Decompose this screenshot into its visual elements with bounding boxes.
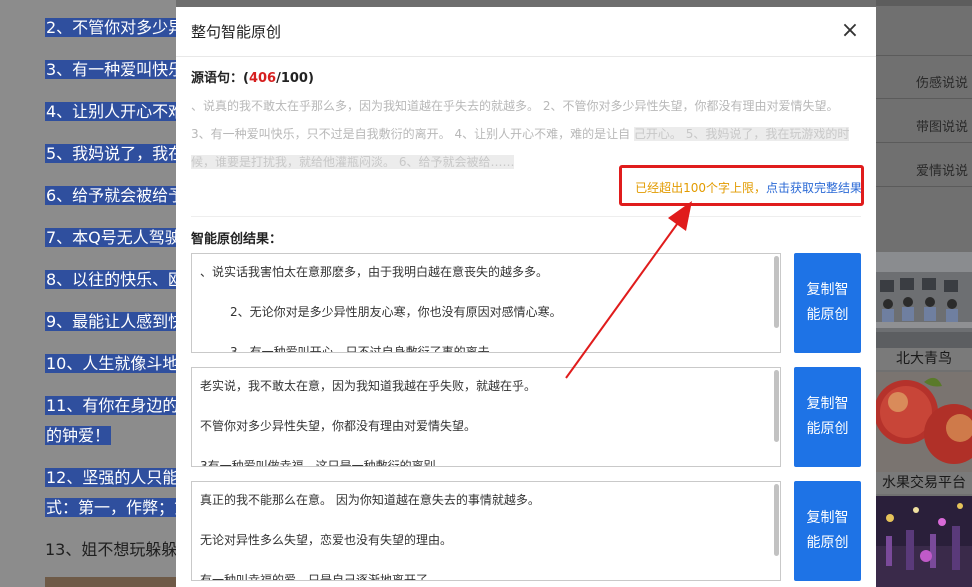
sidebar-tag[interactable]: 带图说说 <box>916 116 968 135</box>
divider <box>876 142 972 143</box>
bg-list-item: 12、坚强的人只能 <box>45 468 180 487</box>
result-line: 无论对异性多么失望，恋爱也没有失望的理由。 <box>200 533 453 547</box>
result-line: 真正的我不能那么在意。 因为你知道越在意失去的事情就越多。 <box>200 493 540 507</box>
sidebar-tag[interactable]: 爱情说说 <box>916 160 968 179</box>
bg-topbar <box>876 0 972 6</box>
close-button[interactable]: × <box>838 17 862 45</box>
peach-photo[interactable] <box>876 372 972 472</box>
result-line: 2、无论你对是多少异性朋友心寒，你也没有原因对感情心寒。 <box>230 305 562 319</box>
divider <box>191 216 861 217</box>
copy-result-button[interactable]: 复制智能原创 <box>794 481 861 581</box>
bg-list-item: 10、人生就像斗地 <box>45 354 180 373</box>
result-line: 老实说，我不敢太在意，因为我知道我越在乎失败，就越在乎。 <box>200 379 537 393</box>
ad-caption[interactable]: 水果交易平台 <box>876 472 972 494</box>
source-text: 、说真的我不敢太在乎那么多，因为我知道越在乎失去的就越多。 2、不管你对多少异性… <box>191 99 850 169</box>
result-row: 、说实话我害怕太在意那麽多，由于我明白越在意丧失的越多多。 2、无论你对是多少异… <box>191 253 861 353</box>
bg-list-item: 3、有一种爱叫快乐 <box>45 60 186 79</box>
result-line: 3有一种爱叫做幸福，这只是一种敷衍的离别。 <box>200 459 448 467</box>
classroom-photo[interactable] <box>876 252 972 348</box>
background-article: 2、不管你对多少异 3、有一种爱叫快乐 4、让别人开心不难 5、我妈说了，我在 … <box>0 0 192 587</box>
bg-list-item: 5、我妈说了，我在 <box>45 144 186 163</box>
result-scrollbar[interactable] <box>774 256 779 328</box>
background-sidebar: 伤感说说 带图说说 爱情说说 北大青鸟 水果交易平台 <box>876 0 972 587</box>
result-textbox[interactable]: 老实说，我不敢太在意，因为我知道我越在乎失败，就越在乎。 不管你对多少异性失望，… <box>191 367 781 467</box>
bg-list-item: 4、让别人开心不难 <box>45 102 186 121</box>
dialog-header: 整句智能原创 × <box>176 7 876 57</box>
result-line: 、说实话我害怕太在意那麽多，由于我明白越在意丧失的越多多。 <box>200 265 549 279</box>
ad-caption[interactable]: 北大青鸟 <box>876 348 972 370</box>
divider <box>876 186 972 187</box>
nightlife-photo[interactable] <box>876 496 972 587</box>
dialog-title: 整句智能原创 <box>191 23 282 41</box>
bg-list-item: 式：第一，作弊；第 <box>45 498 192 517</box>
bg-list-item: 的钟爱！ <box>45 426 112 445</box>
divider <box>876 55 972 56</box>
result-scrollbar[interactable] <box>774 484 779 556</box>
copy-result-button[interactable]: 复制智能原创 <box>794 367 861 467</box>
source-label: 源语句：(406/100) <box>191 71 314 86</box>
result-scrollbar[interactable] <box>774 370 779 442</box>
original-rewrite-dialog: 整句智能原创 × 源语句：(406/100) 、说真的我不敢太在乎那么多，因为我… <box>176 7 876 587</box>
bg-list-item: 9、最能让人感到快 <box>45 312 186 331</box>
bg-list-item: 2、不管你对多少异 <box>45 18 186 37</box>
result-row: 真正的我不能那么在意。 因为你知道越在意失去的事情就越多。 无论对异性多么失望，… <box>191 481 861 581</box>
bg-list-item: 11、有你在身边的 <box>45 396 180 415</box>
divider <box>876 98 972 99</box>
copy-result-button[interactable]: 复制智能原创 <box>794 253 861 353</box>
result-label: 智能原创结果： <box>191 232 283 247</box>
result-line: 有一种叫幸福的爱，只是自己逐渐地离开了。 <box>200 573 441 581</box>
annotation-highlight-box <box>619 165 864 206</box>
bg-image-strip <box>45 577 176 587</box>
source-char-count: 406 <box>248 71 277 86</box>
bg-list-item: 13、姐不想玩躲躲 <box>45 540 178 559</box>
result-textbox[interactable]: 、说实话我害怕太在意那麽多，由于我明白越在意丧失的越多多。 2、无论你对是多少异… <box>191 253 781 353</box>
result-line: 3、有一种爱叫开心，只不过自身敷衍了事的离去。 <box>230 345 502 353</box>
result-line: 不管你对多少异性失望，你都没有理由对爱情失望。 <box>200 419 477 433</box>
close-icon: × <box>840 18 860 43</box>
bg-list-item: 6、给予就会被给予 <box>45 186 186 205</box>
bg-list-item: 8、以往的快乐、欧 <box>45 270 186 289</box>
result-row: 老实说，我不敢太在意，因为我知道我越在乎失败，就越在乎。 不管你对多少异性失望，… <box>191 367 861 467</box>
result-textbox[interactable]: 真正的我不能那么在意。 因为你知道越在意失去的事情就越多。 无论对异性多么失望，… <box>191 481 781 581</box>
sidebar-tag[interactable]: 伤感说说 <box>916 72 968 91</box>
bg-list-item: 7、本Q号无人驾驶 <box>45 228 182 247</box>
